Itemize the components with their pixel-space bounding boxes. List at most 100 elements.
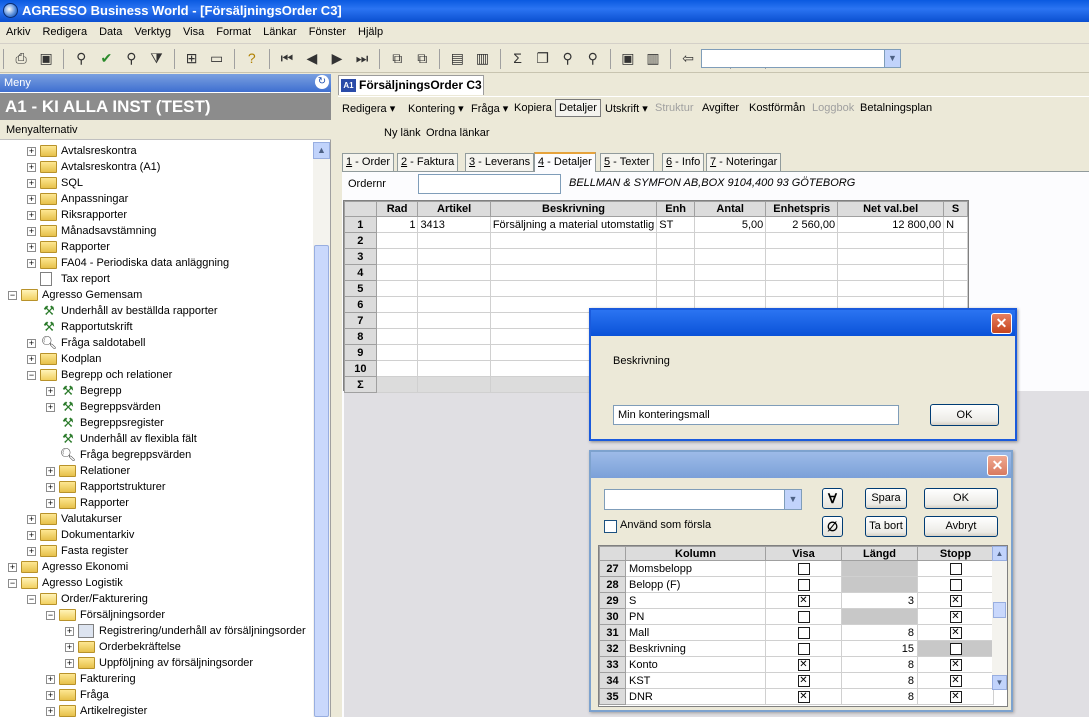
checked-box-icon[interactable]: ✕ [797, 690, 810, 703]
tree-item[interactable]: + Månadsavstämning [0, 223, 312, 239]
grid-cell[interactable]: 12 800,00 [837, 216, 945, 233]
tree-item[interactable]: ⚒ Rapportutskrift [0, 319, 312, 335]
grid-cell[interactable] [375, 360, 419, 377]
grid-cell[interactable] [375, 232, 419, 249]
expand-icon[interactable]: + [46, 403, 55, 412]
column-name[interactable]: S [625, 592, 766, 609]
sum-icon[interactable]: Σ [508, 48, 528, 68]
langd-cell[interactable]: 8 [841, 656, 918, 673]
expand-icon[interactable]: + [46, 675, 55, 684]
subtab-6[interactable]: 6 - Info [662, 153, 705, 171]
expand-icon[interactable]: + [46, 467, 55, 476]
grid-row[interactable]: 1 1 3413 Försäljning a material utomstatlig… [344, 216, 968, 233]
column-grid[interactable]: Kolumn Visa Längd Stopp 27 Momsbelopp 28 Belopp… [598, 545, 1008, 707]
grid-column-header[interactable]: S [943, 201, 968, 217]
langd-cell[interactable] [841, 560, 918, 577]
tree-item[interactable]: + Valutakurser [0, 511, 312, 527]
agresso-app-icon[interactable] [3, 3, 18, 18]
unchecked-box-icon[interactable] [797, 610, 810, 623]
expand-icon[interactable]: + [27, 163, 36, 172]
grid-cell[interactable] [943, 248, 968, 265]
unchecked-box-icon[interactable] [797, 562, 810, 575]
colgrid-row[interactable]: 33 Konto ✕ 8 ✕ [599, 656, 994, 673]
stopp-cell[interactable]: ✕ [917, 656, 994, 673]
back-arrow-icon[interactable]: ⇦ [678, 48, 698, 68]
checked-box-icon[interactable]: ✕ [949, 690, 962, 703]
grid-column-header[interactable]: Net val.bel [837, 201, 945, 217]
tree-item[interactable]: − Agresso Logistik [0, 575, 312, 591]
row-header[interactable]: 5 [344, 280, 377, 297]
unchecked-box-icon[interactable] [949, 578, 962, 591]
tree-item[interactable]: ⚒ Underhåll av beställda rapporter [0, 303, 312, 319]
documents-icon[interactable]: ❐ [533, 48, 553, 68]
langd-cell[interactable]: 8 [841, 672, 918, 689]
stopp-cell[interactable]: ✕ [917, 688, 994, 705]
grid-cell[interactable] [943, 280, 968, 297]
grid-row[interactable]: 5 [344, 280, 968, 297]
save-button[interactable]: Spara [865, 488, 907, 509]
tree-item[interactable]: + Riksrapporter [0, 207, 312, 223]
grid-cell[interactable] [375, 248, 419, 265]
toolbar-item-0[interactable]: Redigera ▾ [342, 102, 395, 115]
stopp-cell[interactable]: ✕ [917, 624, 994, 641]
toolbar-item-1[interactable]: Kontering ▾ [408, 102, 464, 115]
select-all-icon[interactable]: ∀ [822, 488, 843, 509]
grid-cell[interactable]: 1 [375, 216, 419, 233]
chevron-down-icon[interactable]: ▼ [784, 490, 801, 509]
grid-cell[interactable] [694, 232, 767, 249]
menu-scrollbar[interactable]: ▲ [313, 142, 330, 717]
tree-item[interactable]: + Fråga [0, 687, 312, 703]
column-name[interactable]: Momsbelopp [625, 560, 766, 577]
tree-item[interactable]: + Kodplan [0, 351, 312, 367]
grid-cell[interactable] [417, 248, 491, 265]
first-record-icon[interactable]: ⏮ [277, 48, 297, 68]
colgrid-row[interactable]: 35 DNR ✕ 8 ✕ [599, 688, 994, 705]
prev-record-icon[interactable]: ◀ [302, 48, 322, 68]
menu-0[interactable]: Arkiv [0, 22, 36, 38]
link-0[interactable]: Ny länk [384, 127, 421, 139]
colgrid-column-header[interactable]: Stopp [917, 546, 994, 561]
expand-icon[interactable]: + [65, 643, 74, 652]
expand-icon[interactable]: + [27, 179, 36, 188]
row-header[interactable]: 8 [344, 328, 377, 345]
chevron-down-icon[interactable]: ▼ [884, 50, 900, 67]
grid-cell[interactable] [765, 264, 839, 281]
grid-icon[interactable]: ▤ [447, 48, 467, 68]
tree-item[interactable]: + Avtalsreskontra [0, 143, 312, 159]
tree-item[interactable]: 🔍︎ Fråga begreppsvärden [0, 447, 312, 463]
collapse-icon[interactable]: − [46, 611, 55, 620]
column-name[interactable]: KST [625, 672, 766, 689]
grid-cell[interactable] [837, 248, 945, 265]
grid-cell[interactable] [943, 232, 968, 249]
menu-6[interactable]: Länkar [257, 22, 303, 38]
subtab-1[interactable]: 1 - Order [342, 153, 395, 171]
tree-item[interactable]: − Begrepp och relationer [0, 367, 312, 383]
tree-item[interactable]: + Uppföljning av försäljningsorder [0, 655, 312, 671]
grid-column-header[interactable]: Rad [375, 201, 419, 217]
scroll-up-icon[interactable]: ▲ [313, 142, 330, 159]
langd-cell[interactable]: 8 [841, 688, 918, 705]
description-input[interactable]: Min konteringsmall [613, 405, 899, 425]
stopp-cell[interactable]: ✕ [917, 672, 994, 689]
visa-cell[interactable] [765, 624, 842, 641]
delete-button[interactable]: Ta bort [865, 516, 907, 537]
grid-column-header[interactable]: Artikel [417, 201, 491, 217]
grid-row[interactable]: 4 [344, 264, 968, 281]
row-header[interactable]: 3 [344, 248, 377, 265]
tree-item[interactable]: + Rapporter [0, 495, 312, 511]
expand-icon[interactable]: + [27, 243, 36, 252]
grid-cell[interactable] [694, 264, 767, 281]
checked-box-icon[interactable]: ✕ [797, 658, 810, 671]
column-name[interactable]: Konto [625, 656, 766, 673]
unchecked-box-icon[interactable] [797, 578, 810, 591]
column-grid-scrollbar[interactable]: ▲ ▼ [992, 546, 1007, 690]
ok-button[interactable]: OK [924, 488, 998, 509]
tree-item[interactable]: + Artikelregister [0, 703, 312, 717]
checked-box-icon[interactable]: ✕ [949, 658, 962, 671]
colgrid-column-header[interactable]: Längd [841, 546, 918, 561]
search-doc-icon[interactable]: ⚲ [558, 48, 578, 68]
toolbar-item-10[interactable]: Betalningsplan [860, 102, 932, 114]
stopp-cell[interactable] [917, 640, 994, 657]
menu-7[interactable]: Fönster [303, 22, 352, 38]
scroll-down-icon[interactable]: ▼ [992, 675, 1007, 690]
